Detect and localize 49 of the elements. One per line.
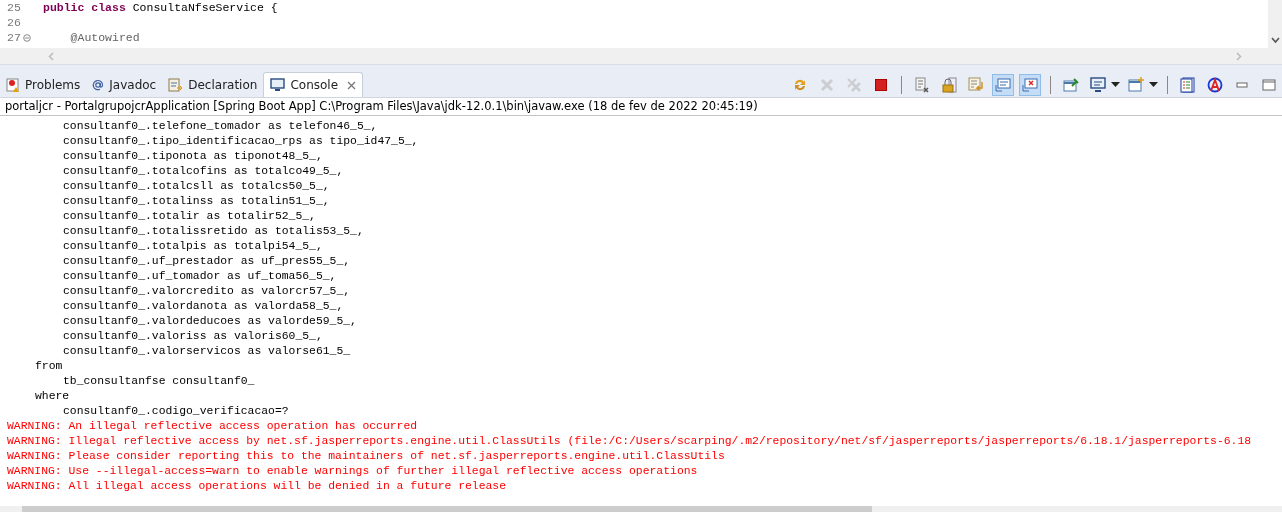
output-line: consultanf0_.totalissretido as totalis53_5_, [63,224,364,239]
output-line: consultanf0_.uf_prestador as uf_pres55_5_, [63,254,351,269]
dropdown-arrow-icon[interactable] [1111,81,1120,88]
output-line: from [35,359,63,374]
output-line: consultanf0_.valorcredito as valorcr57_5_, [63,284,351,299]
output-line: consultanf0_.telefone_tomador as telefon46_5_, [63,119,378,134]
warning-line: WARNING: Illegal reflective access by net.sf.jasperreports.engine.util.ClassUtils (file:/C:/Users/scarping/.m2/repository/net/sf/jasperreports/jasperreports/6.18.1/jasperreports-6.18 [7,434,1252,449]
problems-icon [6,77,20,93]
message-icon[interactable] [992,73,1014,96]
output-line: consultanf0_.tiponota as tiponot48_5_, [63,149,323,164]
output-line: where [35,389,70,404]
output-line: consultanf0_.totalcofins as totalco49_5_, [63,164,344,179]
panel-tab[interactable]: Declaration [162,73,264,97]
line-number: 26 [7,16,22,29]
warning-line: WARNING: Please consider reporting this to the maintainers of net.sf.jasperreports.engine.util.ClassUtils [7,449,725,464]
output-line: consultanf0_.codigo_verificacao=? [63,404,289,419]
output-line: consultanf0_.totalpis as totalpi54_5_, [63,239,323,254]
error-message-icon[interactable] [1019,73,1041,96]
output-line: consultanf0_.valordeducoes as valorde59_5_, [63,314,357,329]
output-line: consultanf0_.totalinss as totalin51_5_, [63,194,330,209]
code-editor[interactable]: 25 public class ConsultaNfseService { 26 27 @Autowired [0,0,1282,65]
output-line: consultanf0_.valorservicos as valorse61_5_ [63,344,351,359]
panel-tab[interactable]: Problems [0,73,87,97]
panel-tab[interactable]: Console [263,72,364,97]
output-line: consultanf0_.uf_tomador as uf_toma56_5_, [63,269,337,284]
output-line: consultanf0_.totalcsll as totalcs50_5_, [63,179,330,194]
scroll-left-icon[interactable] [48,51,55,61]
at-sign-icon [92,79,105,91]
code-line: public class ConsultaNfseService { [43,1,278,14]
output-line: consultanf0_.valordanota as valorda58_5_, [63,299,344,314]
scroll-down-icon[interactable] [1270,37,1280,44]
output-line: consultanf0_.tipo_identificacao_rps as tipo_id47_5_, [63,134,419,149]
console-title: portaljcr - PortalgrupojcrApplication [Spring Boot App] C:\Program Files\Java\jdk-12.0.1\bin\javaw.exe (18 de fev de 2022 20:45:19) [0,98,1282,116]
warning-line: WARNING: Use --illegal-access=warn to enable warnings of further illegal reflective access operations [7,464,698,479]
warning-line: WARNING: An illegal reflective access operation has occurred [7,419,418,434]
scroll-right-icon[interactable] [1235,51,1242,61]
line-number: 27 [7,31,22,44]
monitor-icon [270,78,286,92]
dropdown-arrow-icon[interactable] [1149,81,1158,88]
document-icon [168,77,184,93]
output-line: consultanf0_.totalir as totalir52_5_, [63,209,316,224]
line-number: 25 [7,1,22,14]
warning-line: WARNING: All illegal access operations will be denied in a future release [7,479,506,494]
close-icon[interactable] [347,80,357,90]
panel-tab[interactable]: Javadoc [86,73,163,97]
output-line: consultanf0_.valoriss as valoris60_5_, [63,329,323,344]
fold-icon[interactable] [23,33,31,42]
code-line: @Autowired [69,31,140,44]
output-line: tb_consultanfse consultanf0_ [63,374,255,389]
